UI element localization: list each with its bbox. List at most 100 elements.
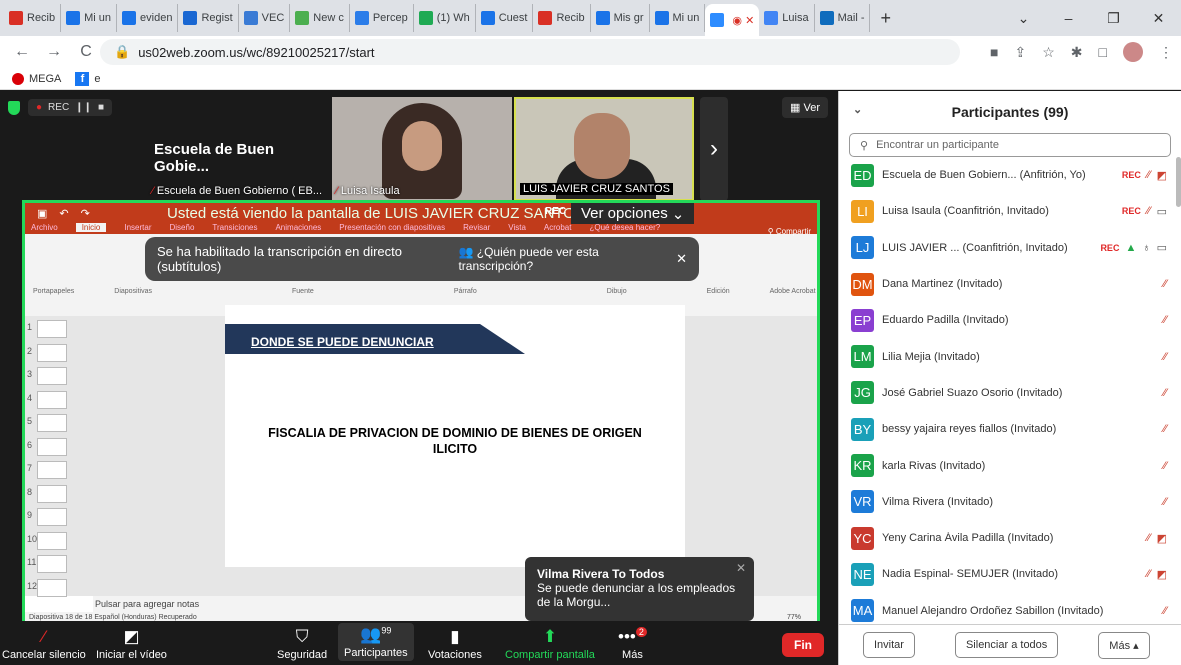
tab-8[interactable]: Cuest bbox=[476, 4, 534, 32]
participant-row[interactable]: VR Vilma Rivera (Invitado) ⁄⁄ bbox=[839, 484, 1179, 520]
end-meeting-button[interactable]: Fin bbox=[782, 633, 824, 657]
unmute-button[interactable]: ⁄ Cancelar silencio bbox=[2, 627, 86, 661]
close-icon[interactable]: ✕ bbox=[676, 251, 687, 267]
video-tile-host[interactable]: Escuela de Buen Gobie... ⁄ Escuela de Bu… bbox=[148, 97, 330, 201]
vec-icon bbox=[243, 11, 258, 25]
sidebar-icon[interactable]: □ bbox=[1099, 44, 1107, 60]
view-options-button[interactable]: Ver opciones ⌄ bbox=[571, 203, 695, 224]
participant-row[interactable]: LM Lilia Mejia (Invitado) ⁄⁄ bbox=[839, 338, 1179, 374]
participant-search-input[interactable]: ⚲ Encontrar un participante bbox=[849, 133, 1171, 157]
bookmark-facebook[interactable]: f e bbox=[75, 71, 101, 86]
zoom-icon bbox=[595, 11, 610, 25]
ppt-tab: Diseño bbox=[169, 223, 195, 232]
participant-row[interactable]: LJ LUIS JAVIER ... (Coanfitrión, Invitado… bbox=[839, 230, 1179, 266]
tab-search-icon[interactable]: ⌄ bbox=[1001, 0, 1046, 36]
more-options-button[interactable]: Más ▴ bbox=[1098, 631, 1150, 659]
chevron-down-icon[interactable]: ⌄ bbox=[853, 103, 862, 116]
video-tile-luis-javier[interactable]: LUIS JAVIER CRUZ SANTOS bbox=[514, 97, 694, 201]
forms-icon bbox=[480, 11, 495, 25]
tab-4[interactable]: VEC bbox=[239, 4, 291, 32]
tab-10[interactable]: Mis gr bbox=[591, 4, 650, 32]
participants-button[interactable]: 👥99 Participantes bbox=[338, 623, 414, 661]
profile-avatar[interactable] bbox=[1123, 42, 1143, 62]
menu-icon[interactable]: ⋮ bbox=[1159, 44, 1173, 61]
extensions-icon[interactable]: ✱ bbox=[1071, 44, 1083, 61]
minimize-button[interactable]: – bbox=[1046, 0, 1091, 36]
tab-label: Luisa bbox=[782, 12, 809, 24]
participant-row[interactable]: BY bessy yajaira reyes fiallos (Invitado)… bbox=[839, 411, 1179, 447]
start-video-button[interactable]: ◩ Iniciar el vídeo bbox=[96, 627, 167, 661]
mic-muted-icon: ⁄⁄ bbox=[1146, 205, 1151, 218]
reload-button[interactable]: C bbox=[78, 43, 94, 61]
bookmark-mega[interactable]: MEGA bbox=[12, 72, 61, 85]
tab-2[interactable]: eviden bbox=[117, 4, 179, 32]
caption-who-button[interactable]: 👥 ¿Quién puede ver esta transcripción? bbox=[448, 240, 663, 278]
tab-5[interactable]: New c bbox=[290, 4, 350, 32]
participant-row[interactable]: EP Eduardo Padilla (Invitado) ⁄⁄ bbox=[839, 302, 1179, 338]
tab-14[interactable]: Mail - bbox=[815, 4, 871, 32]
tile-name: Escuela de Buen Gobierno ( EB... bbox=[156, 185, 323, 197]
close-icon[interactable]: ✕ bbox=[736, 561, 746, 575]
new-tab-button[interactable]: + bbox=[870, 8, 901, 29]
mic-muted-icon: ⁄⁄ bbox=[1146, 169, 1151, 182]
participant-status: ⁄⁄ bbox=[1163, 460, 1167, 472]
next-page-button[interactable]: › bbox=[700, 97, 728, 201]
url-field[interactable]: 🔒 us02web.zoom.us/wc/89210025217/start bbox=[100, 39, 960, 65]
scrollbar[interactable] bbox=[1176, 157, 1181, 207]
recording-pill[interactable]: ● REC ❙❙ ■ bbox=[28, 99, 112, 116]
tab-11[interactable]: Mi un bbox=[650, 4, 706, 32]
pause-icon[interactable]: ❙❙ bbox=[75, 102, 92, 113]
tab-12[interactable]: ◉ ✕ bbox=[705, 4, 760, 36]
mic-muted-icon: ⁄⁄ bbox=[1163, 386, 1167, 399]
tab-0[interactable]: Recib bbox=[4, 4, 62, 32]
tab-13[interactable]: Luisa bbox=[759, 4, 815, 32]
tab-9[interactable]: Recib bbox=[533, 4, 591, 32]
maximize-button[interactable]: ❐ bbox=[1091, 0, 1136, 36]
invite-button[interactable]: Invitar bbox=[863, 632, 915, 658]
participant-row[interactable]: JG José Gabriel Suazo Osorio (Invitado) ⁄⁄ bbox=[839, 375, 1179, 411]
view-label: Ver bbox=[803, 102, 820, 114]
camera-icon[interactable]: ■ bbox=[990, 44, 998, 60]
forward-button[interactable]: → bbox=[46, 43, 62, 61]
url-text: us02web.zoom.us/wc/89210025217/start bbox=[138, 44, 375, 60]
participant-row[interactable]: YC Yeny Carina Ávila Padilla (Invitado) ⁄⁄… bbox=[839, 520, 1179, 556]
tab-3[interactable]: Regist bbox=[178, 4, 239, 32]
tab-7[interactable]: (1) Wh bbox=[414, 4, 476, 32]
facebook-icon: f bbox=[75, 71, 90, 86]
tab-1[interactable]: Mi un bbox=[61, 4, 118, 32]
avatar: VR bbox=[851, 490, 874, 514]
participant-row[interactable]: ED Escuela de Buen Gobiern... (Anfitrión,… bbox=[839, 157, 1179, 193]
stop-icon[interactable]: ■ bbox=[98, 102, 104, 113]
avatar: NE bbox=[851, 562, 874, 586]
polls-label: Votaciones bbox=[428, 649, 482, 661]
more-button[interactable]: ••• 2 Más bbox=[618, 627, 647, 661]
security-button[interactable]: ⛉ Seguridad bbox=[277, 627, 327, 661]
shield-icon[interactable] bbox=[8, 100, 20, 115]
participant-row[interactable]: DM Dana Martinez (Invitado) ⁄⁄ bbox=[839, 266, 1179, 302]
tab-recording-icon[interactable]: ◉ ✕ bbox=[732, 14, 754, 27]
star-icon[interactable]: ☆ bbox=[1042, 44, 1055, 61]
slide-thumbnail bbox=[37, 578, 67, 597]
caption-text: Se ha habilitado la transcripción en dir… bbox=[157, 244, 402, 274]
participant-row[interactable]: NE Nadia Espinal- SEMUJER (Invitado) ⁄⁄ ◩ bbox=[839, 556, 1179, 592]
forms-icon bbox=[122, 11, 137, 25]
share-screen-button[interactable]: ⬆ Compartir pantalla bbox=[505, 627, 595, 661]
tab-6[interactable]: Percep bbox=[350, 4, 414, 32]
slide-thumbnail bbox=[37, 414, 67, 432]
participant-row[interactable]: LI Luisa Isaula (Coanfitrión, Invitado) RE… bbox=[839, 193, 1179, 229]
chat-notification[interactable]: Vilma Rivera To Todos Se puede denunciar… bbox=[525, 557, 754, 621]
participant-status: ⁄⁄ bbox=[1163, 387, 1167, 399]
share-icon[interactable]: ⇪ bbox=[1015, 44, 1027, 61]
slide-thumbnails: 1 2 3 4 5 6 7 8 9 10 11 12 bbox=[25, 316, 93, 597]
search-placeholder: Encontrar un participante bbox=[876, 139, 999, 151]
rec-badge: REC bbox=[1121, 170, 1141, 181]
gmail-icon bbox=[538, 11, 553, 25]
participant-row[interactable]: KR karla Rivas (Invitado) ⁄⁄ bbox=[839, 447, 1179, 483]
back-button[interactable]: ← bbox=[14, 43, 30, 61]
polls-button[interactable]: ▮ Votaciones bbox=[428, 627, 482, 661]
close-window-button[interactable]: ✕ bbox=[1136, 0, 1181, 36]
view-button[interactable]: ▦ Ver bbox=[782, 97, 828, 118]
video-tile-luisa[interactable]: ⁄ Luisa Isaula bbox=[332, 97, 512, 201]
mute-all-button[interactable]: Silenciar a todos bbox=[954, 632, 1059, 658]
avatar: LI bbox=[851, 199, 874, 223]
